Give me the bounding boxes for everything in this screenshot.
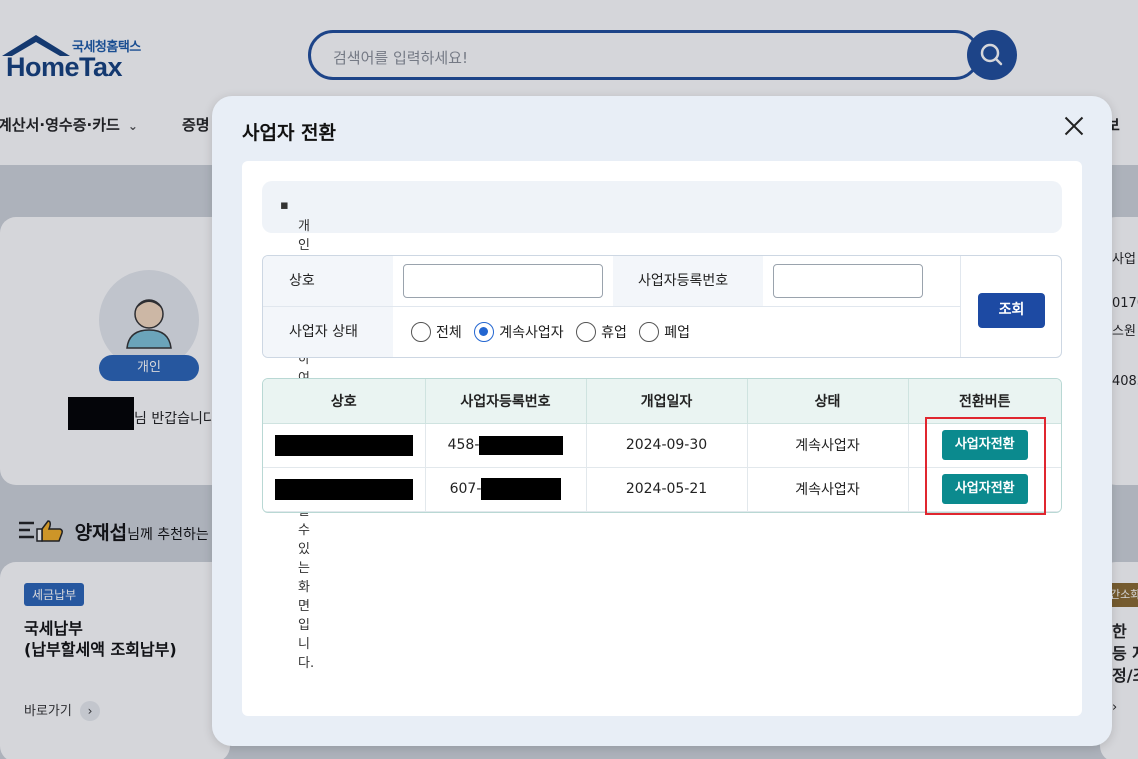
column-header-switch: 전환버튼 [908, 379, 1061, 424]
divider [960, 256, 961, 357]
modal-body: ▪ 개인으로 로그인하여 사업자로 전환할 수 있는 화면입니다. 상호 사업자… [242, 161, 1082, 716]
notice-box: ▪ 개인으로 로그인하여 사업자로 전환할 수 있는 화면입니다. [262, 181, 1062, 671]
redacted-business-name [274, 434, 413, 456]
notice-text: ▪ 개인으로 로그인하여 사업자로 전환할 수 있는 화면입니다. [280, 198, 315, 671]
modal-title: 사업자 전환 [242, 122, 337, 144]
radio-all[interactable]: 전체 [411, 322, 462, 342]
cell-open-date: 2024-05-21 [586, 467, 748, 512]
radio-selected-icon [474, 322, 495, 342]
radio-circle-icon [639, 322, 660, 342]
label-business-status: 사업자 상태 [263, 307, 393, 357]
status-radio-group: 전체 계속사업자 휴업 폐업 [411, 322, 698, 342]
radio-label: 폐업 [664, 325, 691, 341]
cell-regno: 607- [425, 467, 587, 512]
column-header-name: 상호 [263, 379, 426, 424]
radio-closed[interactable]: 폐업 [639, 322, 690, 342]
radio-suspended[interactable]: 휴업 [576, 322, 627, 342]
column-header-status: 상태 [747, 379, 909, 424]
column-header-regno: 사업자등록번호 [425, 379, 587, 424]
cell-business-name [263, 467, 426, 512]
switch-business-button[interactable]: 사업자전환 [941, 430, 1028, 460]
redacted-regno [481, 478, 562, 500]
radio-continuing[interactable]: 계속사업자 [474, 322, 564, 342]
cell-status: 계속사업자 [747, 423, 909, 468]
cell-regno: 458- [425, 423, 587, 468]
table-row: 458- 2024-09-30 계속사업자 사업자전환 [263, 423, 1061, 468]
column-header-open-date: 개업일자 [586, 379, 748, 424]
radio-circle-icon [576, 322, 597, 342]
business-switch-modal: 사업자 전환 ▪ 개인으로 로그인하여 사업자로 전환할 수 있는 화면입니다.… [212, 96, 1112, 746]
regno-prefix: 458- [447, 437, 480, 453]
cell-switch: 사업자전환 [908, 467, 1061, 512]
results-table: 상호 사업자등록번호 개업일자 상태 전환버튼 458- 2024-09-30 … [262, 378, 1062, 513]
table-row: 607- 2024-05-21 계속사업자 사업자전환 [263, 467, 1061, 512]
cell-status: 계속사업자 [747, 467, 909, 512]
radio-circle-icon [411, 322, 431, 342]
radio-label: 휴업 [601, 325, 627, 341]
search-panel: 상호 사업자 상태 사업자등록번호 전체 계속사업자 휴업 폐업 조회 [262, 255, 1062, 358]
divider [263, 306, 960, 307]
label-business-name: 상호 [263, 256, 393, 306]
redacted-business-name [274, 478, 413, 500]
cell-open-date: 2024-09-30 [586, 423, 748, 468]
registration-number-input[interactable] [773, 264, 923, 298]
radio-label: 전체 [436, 325, 462, 341]
close-icon[interactable] [1060, 112, 1088, 140]
search-button[interactable]: 조회 [978, 293, 1045, 328]
label-registration-number: 사업자등록번호 [613, 256, 763, 306]
redacted-regno [479, 435, 564, 455]
radio-label: 계속사업자 [499, 325, 564, 341]
cell-business-name [263, 423, 426, 468]
regno-prefix: 607- [449, 481, 482, 497]
business-name-input[interactable] [403, 264, 603, 298]
switch-business-button[interactable]: 사업자전환 [941, 474, 1028, 504]
cell-switch: 사업자전환 [908, 423, 1061, 468]
